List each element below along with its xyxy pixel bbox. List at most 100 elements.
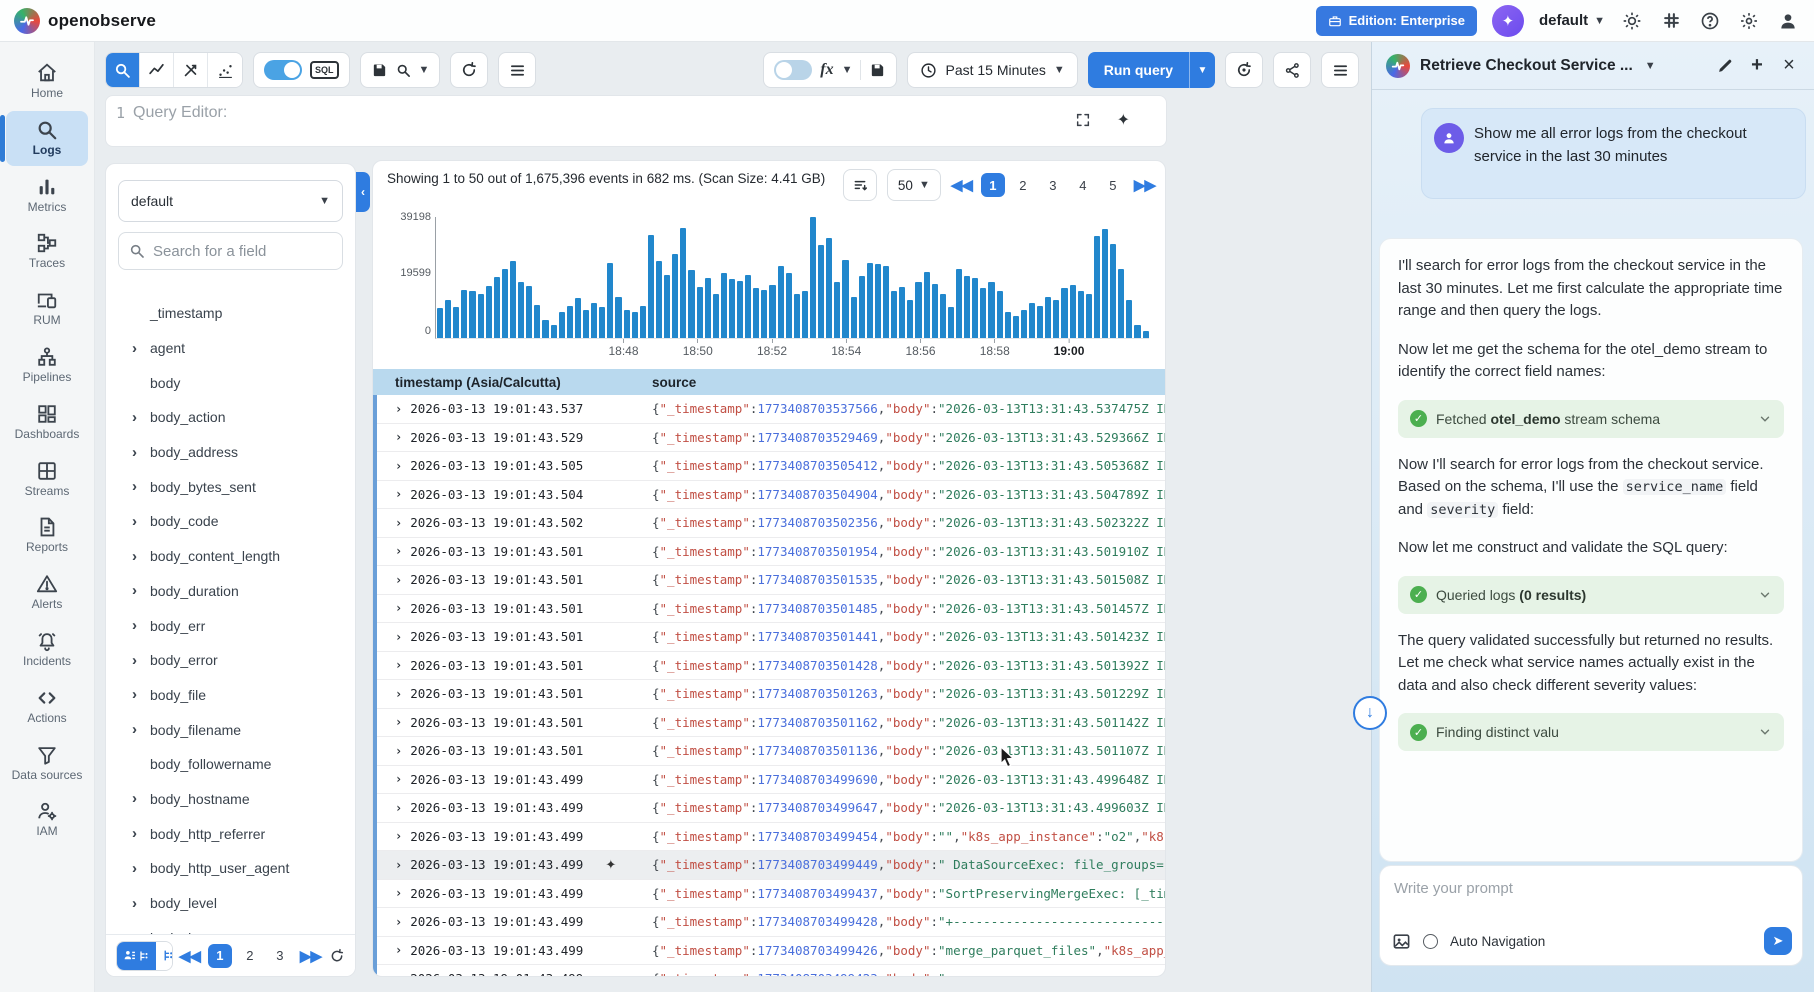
field-item[interactable]: body_followername — [106, 747, 355, 782]
time-range-selector[interactable]: Past 15 Minutes ▼ — [907, 52, 1077, 88]
table-row[interactable]: ›2026-03-13 19:01:43.504{"_timestamp":17… — [377, 481, 1165, 510]
last-page-icon[interactable]: ▶▶ — [300, 947, 321, 965]
table-row[interactable]: ›2026-03-13 19:01:43.499{"_timestamp":17… — [377, 908, 1165, 937]
sidebar-item-reports[interactable]: Reports — [6, 508, 88, 563]
histogram-bar[interactable] — [486, 286, 492, 338]
histogram-bar[interactable] — [964, 276, 970, 338]
expand-row-icon[interactable]: › — [395, 544, 402, 558]
table-row[interactable]: ›2026-03-13 19:01:43.501{"_timestamp":17… — [377, 595, 1165, 624]
saved-views-control[interactable]: ▼ — [360, 52, 441, 88]
histogram-bar[interactable] — [988, 282, 994, 338]
expand-row-icon[interactable]: › — [395, 487, 402, 501]
sidebar-item-actions[interactable]: Actions — [6, 679, 88, 734]
histogram-bar[interactable] — [818, 245, 824, 338]
histogram-bar[interactable] — [648, 235, 654, 338]
histogram-bar[interactable] — [510, 261, 516, 338]
first-page-icon[interactable]: ◀◀ — [179, 947, 200, 965]
table-row[interactable]: ›2026-03-13 19:01:43.499{"_timestamp":17… — [377, 965, 1165, 976]
histogram-bar[interactable] — [1045, 297, 1051, 338]
share-button[interactable] — [1273, 52, 1311, 88]
expand-row-icon[interactable]: › — [395, 402, 402, 416]
histogram-bar[interactable] — [745, 275, 751, 338]
histogram-bar[interactable] — [437, 308, 443, 338]
histogram-bar[interactable] — [810, 217, 816, 338]
sidebar-item-metrics[interactable]: Metrics — [6, 168, 88, 223]
expand-chevron-icon[interactable]: › — [132, 478, 150, 495]
histogram-bar[interactable] — [794, 294, 800, 338]
histogram-bar[interactable] — [518, 282, 524, 338]
table-row[interactable]: ›2026-03-13 19:01:43.499{"_timestamp":17… — [377, 766, 1165, 795]
table-row[interactable]: ›2026-03-13 19:01:43.501{"_timestamp":17… — [377, 652, 1165, 681]
sidebar-item-alerts[interactable]: Alerts — [6, 565, 88, 620]
histogram-bars[interactable] — [435, 217, 1149, 339]
histogram-bar[interactable] — [1102, 229, 1108, 338]
org-selector[interactable]: default▼ — [1539, 12, 1605, 29]
expand-row-icon[interactable]: › — [395, 801, 402, 815]
histogram-bar[interactable] — [1061, 288, 1067, 338]
histogram-bar[interactable] — [1078, 291, 1084, 338]
histogram-bar[interactable] — [1053, 300, 1059, 338]
sidebar-item-streams[interactable]: Streams — [6, 452, 88, 507]
results-page-3[interactable]: 3 — [1041, 173, 1065, 197]
sidebar-item-home[interactable]: Home — [6, 54, 88, 109]
expand-chevron-icon[interactable]: › — [132, 721, 150, 738]
histogram-bar[interactable] — [834, 282, 840, 338]
results-page-5[interactable]: 5 — [1101, 173, 1125, 197]
field-item[interactable]: ›body_bytes_sent — [106, 469, 355, 504]
table-row[interactable]: ›2026-03-13 19:01:43.499{"_timestamp":17… — [377, 823, 1165, 852]
histogram-bar[interactable] — [551, 325, 557, 338]
histogram-bar[interactable] — [1005, 312, 1011, 338]
histogram-bar[interactable] — [494, 277, 500, 338]
histogram-bar[interactable] — [729, 279, 735, 338]
histogram-bar[interactable] — [1134, 325, 1140, 338]
sidebar-item-traces[interactable]: Traces — [6, 224, 88, 279]
tool-status-pill[interactable]: ✓Queried logs (0 results) — [1398, 576, 1784, 614]
tools-tab[interactable] — [174, 53, 208, 87]
histogram-bar[interactable] — [867, 263, 873, 338]
slack-icon[interactable] — [1659, 9, 1683, 33]
expand-row-icon[interactable]: › — [395, 886, 402, 900]
fields-page-3[interactable]: 3 — [268, 944, 292, 968]
expand-chevron-icon[interactable]: › — [132, 895, 150, 912]
histogram-bar[interactable] — [688, 270, 694, 338]
table-row[interactable]: ›2026-03-13 19:01:43.537{"_timestamp":17… — [377, 395, 1165, 424]
visualize-tab[interactable] — [140, 53, 174, 87]
sidebar-item-data-sources[interactable]: Data sources — [6, 736, 88, 791]
table-row[interactable]: ›2026-03-13 19:01:43.529{"_timestamp":17… — [377, 424, 1165, 453]
prompt-input[interactable]: Write your prompt — [1394, 880, 1788, 897]
field-search-input[interactable]: Search for a field — [118, 232, 343, 270]
sidebar-item-iam[interactable]: IAM — [6, 792, 88, 847]
expand-row-icon[interactable]: › — [395, 573, 402, 587]
histogram-bar[interactable] — [599, 307, 605, 338]
histogram-bar[interactable] — [697, 287, 703, 338]
new-chat-icon[interactable]: + — [1746, 54, 1768, 77]
row-ai-sparkle-icon[interactable]: ✦ — [605, 857, 616, 873]
histogram-bar[interactable] — [1029, 303, 1035, 338]
field-item[interactable]: ›body_err — [106, 608, 355, 643]
histogram-bar[interactable] — [453, 307, 459, 338]
histogram-bar[interactable] — [461, 290, 467, 338]
results-menu-button[interactable] — [1321, 52, 1359, 88]
expand-row-icon[interactable]: › — [395, 430, 402, 444]
expand-row-icon[interactable]: › — [395, 943, 402, 957]
field-item[interactable]: ›body_level — [106, 886, 355, 921]
collapse-fields-button[interactable]: ‹ — [356, 172, 370, 212]
histogram-bar[interactable] — [753, 288, 759, 338]
field-item[interactable]: ›body_action — [106, 400, 355, 435]
histogram-bar[interactable] — [875, 264, 881, 338]
histogram-bar[interactable] — [672, 254, 678, 338]
histogram-bar[interactable] — [664, 275, 670, 338]
function-toggle[interactable] — [774, 60, 812, 80]
expand-chevron-icon[interactable]: › — [132, 409, 150, 426]
patterns-tab[interactable] — [208, 53, 242, 87]
histogram-bar[interactable] — [542, 320, 548, 338]
field-item[interactable]: ›body_logger — [106, 920, 355, 934]
expand-row-icon[interactable]: › — [395, 972, 402, 976]
auto-refresh-button[interactable] — [1225, 52, 1263, 88]
field-item[interactable]: ›agent — [106, 331, 355, 366]
expand-row-icon[interactable]: › — [395, 630, 402, 644]
help-icon[interactable] — [1698, 9, 1722, 33]
table-row[interactable]: ›2026-03-13 19:01:43.499{"_timestamp":17… — [377, 794, 1165, 823]
toolbar-menu-button[interactable] — [498, 52, 536, 88]
results-page-1[interactable]: 1 — [981, 173, 1005, 197]
